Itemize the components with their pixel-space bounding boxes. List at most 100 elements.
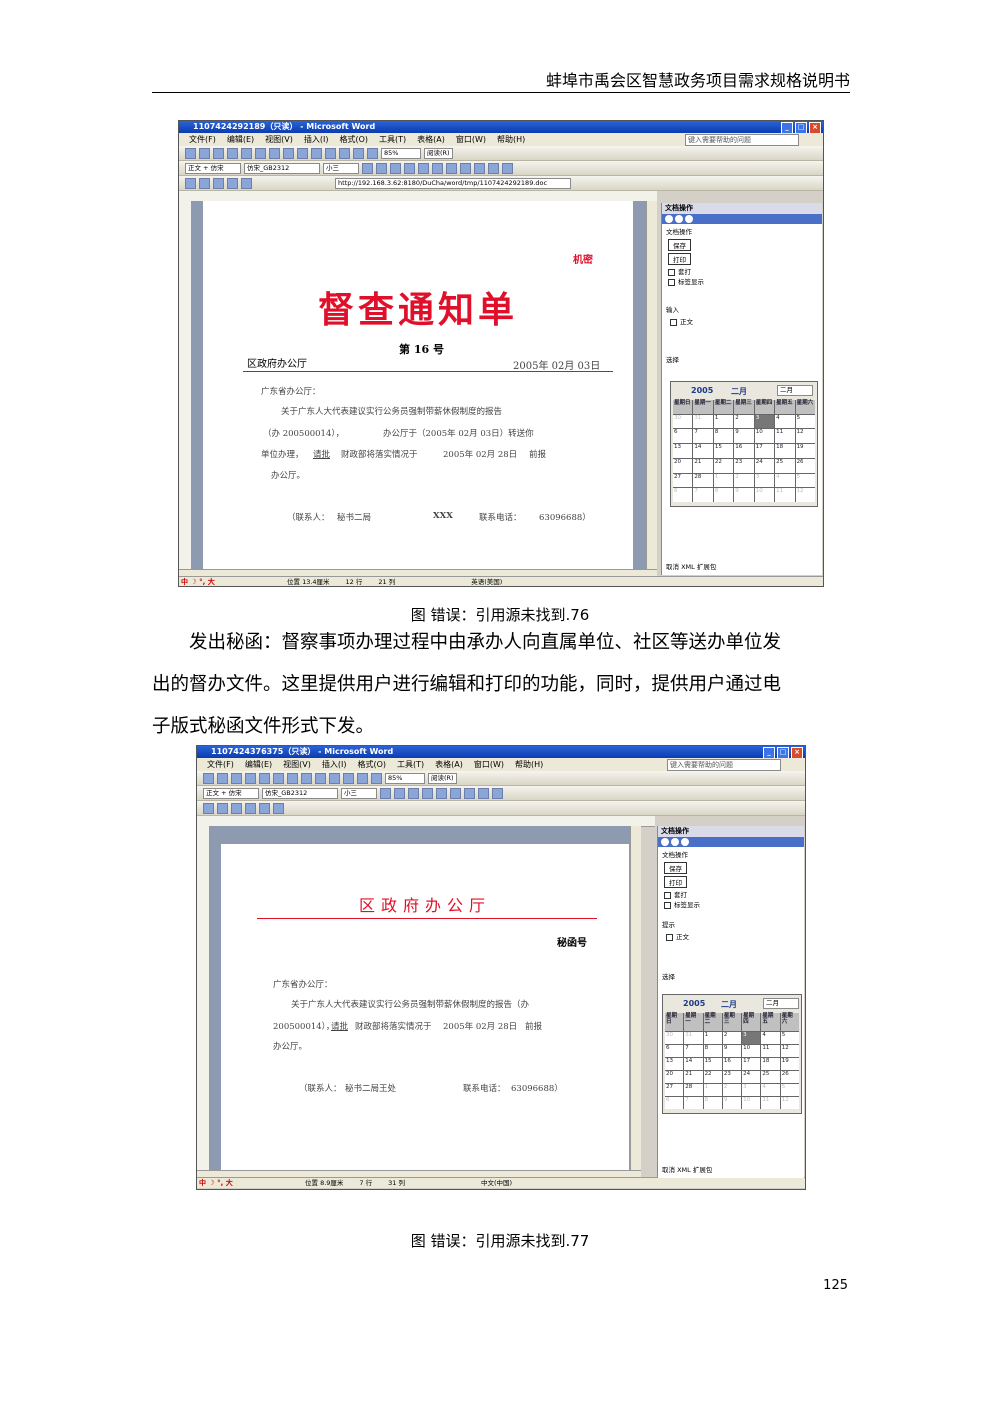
calendar-day[interactable]: 30 <box>665 1031 684 1044</box>
calendar-day[interactable]: 2 <box>722 1083 742 1096</box>
table-icon[interactable] <box>357 772 368 784</box>
stop-icon[interactable] <box>213 177 224 189</box>
calendar-month-select[interactable]: 二月 <box>763 998 799 1009</box>
calendar-day[interactable]: 20 <box>673 458 693 473</box>
forward-icon[interactable] <box>199 177 210 189</box>
calendar-day[interactable]: 20 <box>665 1070 684 1083</box>
spell-icon[interactable] <box>273 772 284 784</box>
ime-indicator[interactable]: 中 ☽ °, 大 <box>181 577 215 586</box>
italic-icon[interactable] <box>376 162 387 174</box>
underline-icon[interactable] <box>390 162 401 174</box>
size-select[interactable]: 小三 <box>323 162 359 174</box>
calendar-day[interactable]: 1 <box>713 473 734 488</box>
calendar-day[interactable]: 19 <box>795 444 815 458</box>
home-nav-icon[interactable] <box>685 215 693 223</box>
save-icon[interactable] <box>231 772 242 784</box>
underline-icon[interactable] <box>408 787 419 799</box>
style-select[interactable]: 正文 + 仿宋 <box>185 162 241 174</box>
calendar-day[interactable]: 11 <box>761 1096 780 1109</box>
calendar-day[interactable]: 4 <box>775 414 795 429</box>
menu-window[interactable]: 窗口(W) <box>474 758 504 771</box>
window-titlebar[interactable]: 1107424292189（只读） - Microsoft Word _ □ × <box>179 121 823 134</box>
calendar-day[interactable]: 8 <box>713 488 734 502</box>
calendar-day[interactable]: 7 <box>684 1096 703 1109</box>
numbering-icon[interactable] <box>460 162 471 174</box>
calendar-day[interactable]: 25 <box>761 1070 780 1083</box>
back-icon[interactable] <box>185 177 196 189</box>
refresh-icon[interactable] <box>227 177 238 189</box>
overprint-checkbox[interactable]: 套打 <box>658 889 804 899</box>
align-left-icon[interactable] <box>404 162 415 174</box>
cut-icon[interactable] <box>287 772 298 784</box>
back-nav-icon[interactable] <box>661 838 669 846</box>
calendar-day[interactable]: 15 <box>713 444 734 458</box>
xml-footer[interactable]: 取消 XML 扩展包 <box>662 559 720 573</box>
calendar-day[interactable]: 7 <box>684 1044 703 1057</box>
calendar-day[interactable]: 12 <box>795 488 815 502</box>
calendar-day[interactable]: 18 <box>775 444 795 458</box>
zoom-select[interactable]: 85% <box>381 147 421 159</box>
menu-table[interactable]: 表格(A) <box>435 758 463 771</box>
justify-icon[interactable] <box>446 162 457 174</box>
calendar-day[interactable]: 7 <box>693 488 713 502</box>
calendar-day[interactable]: 6 <box>665 1096 684 1109</box>
read-button[interactable]: 阅读(R) <box>428 772 457 784</box>
new-icon[interactable] <box>203 772 214 784</box>
highlight-icon[interactable] <box>492 787 503 799</box>
align-right-icon[interactable] <box>450 787 461 799</box>
calendar-day[interactable]: 2 <box>734 414 754 429</box>
address-input[interactable]: http://192.168.3.62:8180/DuCha/word/tmp/… <box>335 177 571 189</box>
forward-nav-icon[interactable] <box>671 838 679 846</box>
calendar-day[interactable]: 12 <box>780 1096 799 1109</box>
menu-view[interactable]: 视图(V) <box>265 133 293 146</box>
copy-icon[interactable] <box>283 147 294 159</box>
calendar-day[interactable]: 3 <box>754 473 775 488</box>
menu-edit[interactable]: 编辑(E) <box>227 133 254 146</box>
calendar-day[interactable]: 14 <box>693 444 713 458</box>
print-button[interactable]: 打印 <box>668 253 691 265</box>
calendar-day[interactable]: 8 <box>703 1096 722 1109</box>
calendar-day[interactable]: 30 <box>673 414 693 429</box>
font-color-icon[interactable] <box>502 162 513 174</box>
bullets-icon[interactable] <box>474 162 485 174</box>
calendar-day[interactable]: 24 <box>742 1070 761 1083</box>
calendar-day[interactable]: 10 <box>754 429 775 444</box>
menu-insert[interactable]: 插入(I) <box>322 758 347 771</box>
calendar-day[interactable]: 7 <box>693 429 713 444</box>
read-button[interactable]: 阅读(R) <box>424 147 453 159</box>
calendar-day[interactable]: 23 <box>734 458 754 473</box>
calendar-day[interactable]: 11 <box>775 488 795 502</box>
fill-icon[interactable] <box>273 802 284 814</box>
window-titlebar[interactable]: 1107424376375（只读） - Microsoft Word _ □ × <box>197 746 805 759</box>
menu-file[interactable]: 文件(F) <box>189 133 216 146</box>
print-icon[interactable] <box>227 147 238 159</box>
calendar-day[interactable]: 11 <box>761 1044 780 1057</box>
calendar-day[interactable]: 13 <box>665 1057 684 1070</box>
preview-icon[interactable] <box>241 147 252 159</box>
help-search-input[interactable]: 键入需要帮助的问题 <box>667 759 781 771</box>
undo-icon[interactable] <box>311 147 322 159</box>
zoom-select[interactable]: 85% <box>385 772 425 784</box>
font-select[interactable]: 仿宋_GB2312 <box>262 787 338 799</box>
calendar-day[interactable]: 5 <box>780 1031 799 1044</box>
calendar-day[interactable]: 4 <box>761 1031 780 1044</box>
calendar-month-select[interactable]: 二月 <box>777 385 813 396</box>
calendar-day[interactable]: 25 <box>775 458 795 473</box>
menu-table[interactable]: 表格(A) <box>417 133 445 146</box>
tree-body[interactable]: 正文 <box>658 931 804 941</box>
calendar-day[interactable]: 21 <box>693 458 713 473</box>
menu-tools[interactable]: 工具(T) <box>397 758 424 771</box>
ime-indicator[interactable]: 中 ☽ °, 大 <box>199 1178 233 1188</box>
arrow-icon[interactable] <box>217 802 228 814</box>
calendar-day[interactable]: 3 <box>742 1031 761 1044</box>
open-icon[interactable] <box>199 147 210 159</box>
highlight-icon[interactable] <box>488 162 499 174</box>
calendar-day[interactable]: 28 <box>684 1083 703 1096</box>
calendar-day[interactable]: 6 <box>673 429 693 444</box>
save-button[interactable]: 保存 <box>664 862 687 874</box>
calendar-day[interactable]: 1 <box>703 1031 722 1044</box>
calendar-day[interactable]: 17 <box>742 1057 761 1070</box>
drawing-icon[interactable] <box>367 147 378 159</box>
back-nav-icon[interactable] <box>665 215 673 223</box>
calendar-day[interactable]: 11 <box>775 429 795 444</box>
